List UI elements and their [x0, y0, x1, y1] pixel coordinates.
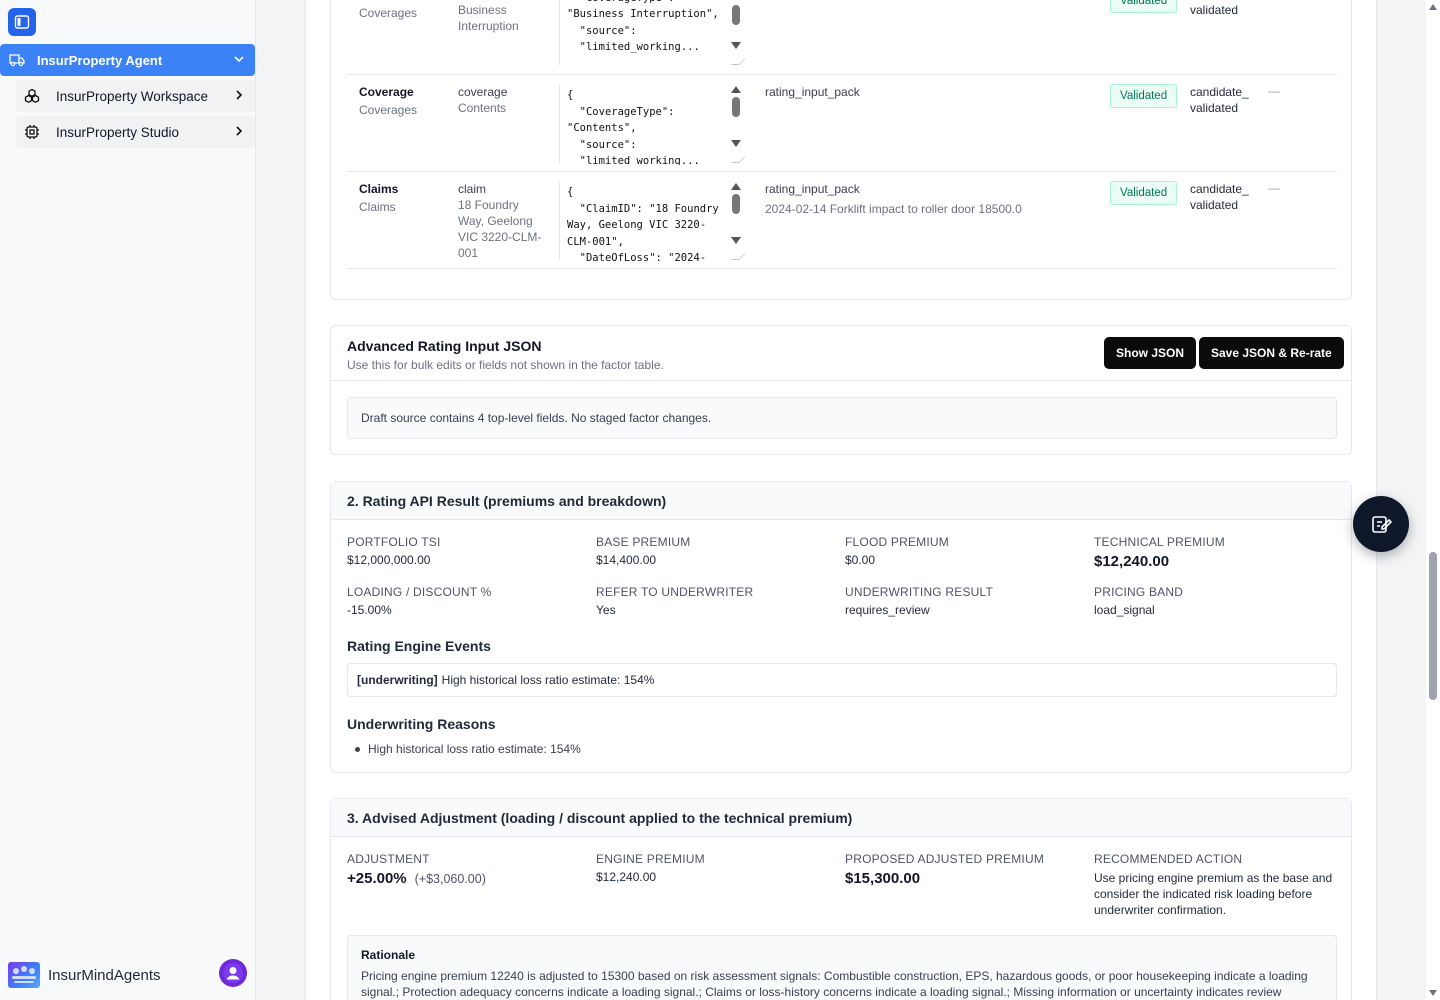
adjustment-delta: (+$3,060.00): [414, 872, 486, 886]
draft-note: Draft source contains 4 top-level fields…: [347, 397, 1337, 439]
row-state: validated: [1190, 3, 1239, 17]
status-badge: Validated: [1110, 0, 1178, 13]
row-state: candidate_ validated: [1190, 85, 1249, 115]
table-row: Coverages Business Interruption { "Cover…: [347, 0, 1337, 75]
metric-recommended-action: RECOMMENDED ACTION Use pricing engine pre…: [1094, 852, 1333, 917]
json-scrollbar[interactable]: [729, 180, 743, 262]
row-subtype: 18 Foundry Way, Geelong VIC 3220-CLM-001: [458, 198, 542, 260]
rating-events-title: Rating Engine Events: [347, 638, 491, 654]
chip-icon: [25, 125, 39, 139]
brand-logo: [8, 962, 40, 988]
row-type: coverage: [458, 85, 508, 99]
brand: InsurMindAgents: [8, 962, 161, 988]
metric-base-premium: BASE PREMIUM $14,400.00: [596, 535, 691, 567]
metric-flood-premium: FLOOD PREMIUM $0.00: [845, 535, 949, 567]
rating-result-card: 2. Rating API Result (premiums and break…: [330, 481, 1352, 773]
sidebar-item-label: InsurProperty Workspace: [56, 88, 209, 104]
metric-pricing-band: PRICING BAND load_signal: [1094, 585, 1184, 617]
table-row: Claims Claims claim 18 Foundry Way, Geel…: [347, 172, 1337, 269]
rationale-text: Pricing engine premium 12240 is adjusted…: [361, 969, 1308, 999]
sidebar-item-insurproperty-agent[interactable]: InsurProperty Agent: [0, 44, 255, 76]
row-subtype: Contents: [458, 101, 507, 115]
json-scrollbar[interactable]: [729, 83, 743, 165]
factor-table-card: Coverages Business Interruption { "Cover…: [330, 0, 1352, 300]
metric-engine-premium: ENGINE PREMIUM $12,240.00: [596, 852, 705, 884]
scroll-thumb[interactable]: [1429, 552, 1437, 700]
user-icon: [223, 963, 243, 983]
rationale-box: Rationale Pricing engine premium 12240 i…: [347, 935, 1337, 1000]
chevron-right-icon: [236, 90, 243, 100]
json-text: { "ClaimID": "18 Foundry Way, Geelong VI…: [567, 186, 719, 262]
sidebar-item-label: InsurProperty Studio: [56, 124, 180, 140]
row-extra: —: [1268, 181, 1280, 195]
event-tag: [underwriting]: [357, 673, 438, 687]
show-json-button[interactable]: Show JSON: [1104, 337, 1197, 369]
sidebar: InsurProperty Agent InsurProperty Worksp…: [0, 0, 256, 1000]
status-badge: Validated: [1110, 84, 1178, 108]
advanced-json-card: Advanced Rating Input JSON Use this for …: [330, 325, 1352, 455]
row-name: Claims: [359, 182, 399, 196]
chevron-down-icon: [234, 56, 244, 63]
scroll-up-arrow[interactable]: [1429, 4, 1437, 10]
sidebar-item-workspace[interactable]: InsurProperty Workspace: [16, 80, 255, 112]
row-target: rating_input_pack: [765, 182, 860, 196]
row-state: candidate_ validated: [1190, 182, 1249, 212]
metric-refer-underwriter: REFER TO UNDERWRITER Yes: [596, 585, 754, 617]
row-subtype: Business Interruption: [458, 3, 519, 33]
rationale-title: Rationale: [361, 948, 416, 962]
reason-item: High historical loss ratio estimate: 154…: [355, 742, 581, 756]
sidebar-toggle-button[interactable]: [8, 8, 36, 36]
json-text: { "CoverageType": "Business Interruption…: [567, 0, 719, 53]
json-editor[interactable]: { "CoverageType": "Business Interruption…: [559, 0, 745, 67]
row-type: claim: [458, 182, 487, 196]
user-avatar[interactable]: [219, 959, 247, 987]
adjustment-card: 3. Advised Adjustment (loading / discoun…: [330, 798, 1352, 1000]
sidebar-item-studio[interactable]: InsurProperty Studio: [16, 116, 255, 148]
metric-portfolio-tsi: PORTFOLIO TSI $12,000,000.00: [347, 535, 441, 567]
rating-event-item: [underwriting] High historical loss rati…: [347, 663, 1337, 697]
event-text: High historical loss ratio estimate: 154…: [441, 673, 655, 687]
scroll-down-arrow[interactable]: [1429, 990, 1437, 996]
rating-result-title: 2. Rating API Result (premiums and break…: [331, 482, 1351, 520]
brand-name: InsurMindAgents: [48, 966, 161, 984]
chevron-right-icon: [236, 126, 243, 136]
sidebar-item-label: InsurProperty Agent: [37, 52, 163, 68]
row-extra: —: [1268, 84, 1280, 98]
underwriting-reasons-title: Underwriting Reasons: [347, 716, 496, 732]
adjustment-title: 3. Advised Adjustment (loading / discoun…: [331, 799, 1351, 837]
cubes-icon: [24, 88, 40, 104]
metric-adjustment: ADJUSTMENT +25.00% (+$3,060.00): [347, 852, 486, 887]
json-editor[interactable]: { "ClaimID": "18 Foundry Way, Geelong VI…: [559, 180, 745, 262]
row-name: Coverage: [359, 85, 414, 99]
json-text: { "CoverageType": "Contents", "source": …: [567, 89, 700, 165]
row-section: Claims: [359, 200, 396, 214]
row-target-detail: 2024-02-14 Forklift impact to roller doo…: [765, 202, 1022, 216]
status-badge: Validated: [1110, 181, 1178, 205]
metric-underwriting-result: UNDERWRITING RESULT requires_review: [845, 585, 994, 617]
save-json-rerate-button[interactable]: Save JSON & Re-rate: [1199, 337, 1344, 369]
row-section: Coverages: [359, 103, 418, 117]
table-row: Coverage Coverages coverage Contents { "…: [347, 75, 1337, 172]
metric-loading-discount: LOADING / DISCOUNT % -15.00%: [347, 585, 492, 617]
floating-edit-button[interactable]: [1353, 496, 1409, 552]
edit-note-icon: [1372, 516, 1392, 533]
row-target: rating_input_pack: [765, 85, 860, 99]
page-scrollbar[interactable]: [1426, 0, 1440, 1000]
main-content: Coverages Business Interruption { "Cover…: [305, 0, 1377, 1000]
advanced-json-header: Advanced Rating Input JSON Use this for …: [331, 326, 1351, 381]
row-section: Coverages: [359, 6, 418, 20]
metric-proposed-premium: PROPOSED ADJUSTED PREMIUM $15,300.00: [845, 852, 1045, 887]
truck-icon: [9, 54, 25, 67]
json-editor[interactable]: { "CoverageType": "Contents", "source": …: [559, 83, 745, 165]
panel-icon: [14, 15, 30, 29]
metric-technical-premium: TECHNICAL PREMIUM $12,240.00: [1094, 535, 1225, 570]
